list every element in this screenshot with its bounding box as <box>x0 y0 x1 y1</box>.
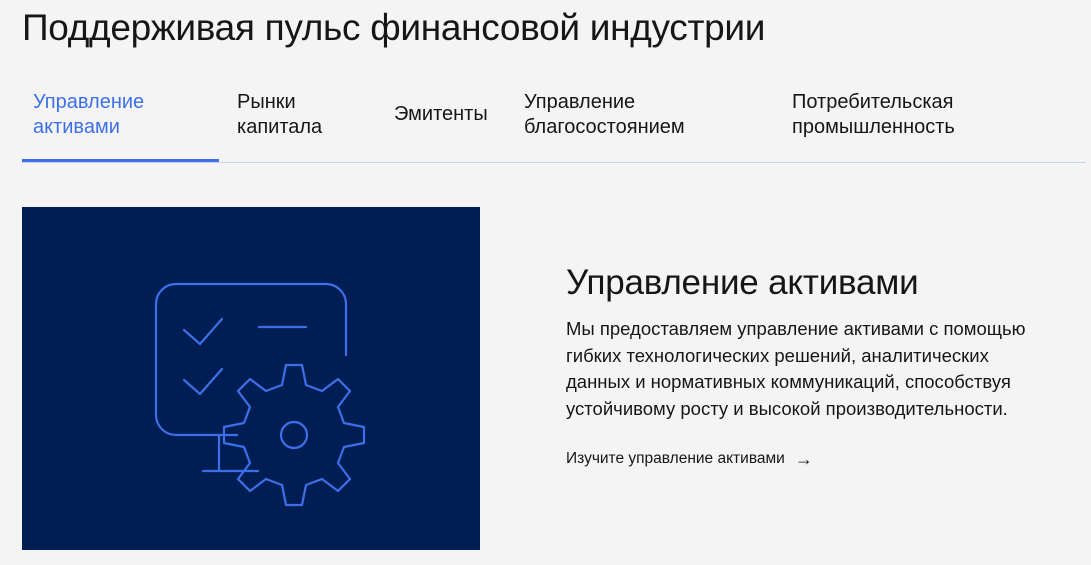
page-title: Поддерживая пульс финансовой индустрии <box>22 7 766 48</box>
section-title: Управление активами <box>566 263 919 302</box>
tab-label: Управление активами <box>33 90 144 140</box>
tab-label-line: Эмитенты <box>394 103 488 125</box>
tab-label: Управление благосостоянием <box>524 90 685 140</box>
tab-label-line: промышленность <box>792 116 955 138</box>
tab-label-line: активами <box>33 116 120 138</box>
tab-label-line: Рынки <box>237 91 296 113</box>
tab-issuers[interactable]: Эмитенты <box>394 102 519 174</box>
tab-label: Эмитенты <box>394 102 488 127</box>
tab-label-line: Управление <box>33 91 145 113</box>
hero-image-panel <box>22 207 480 550</box>
tab-consumer-industry[interactable]: Потребительская промышленность <box>792 90 1052 162</box>
monitor-checklist-gear-icon <box>154 282 366 507</box>
section-description: Мы предоставляем управление активами с п… <box>566 318 1026 419</box>
arrow-right-icon: → <box>794 449 813 469</box>
tab-label: Рынки капитала <box>237 90 322 140</box>
tab-capital-markets[interactable]: Рынки капитала <box>237 90 387 162</box>
tab-label-line: Управление <box>524 91 636 113</box>
explore-asset-management-link[interactable]: Изучите управление активами → <box>566 450 813 468</box>
tab-label-line: Потребительская <box>792 91 954 113</box>
tab-asset-management[interactable]: Управление активами <box>22 90 219 162</box>
tab-bar: Управление активами Рынки капитала Эмите… <box>22 86 1086 163</box>
tab-label: Потребительская промышленность <box>792 90 955 140</box>
tab-wealth-management[interactable]: Управление благосостоянием <box>524 90 774 162</box>
page: Поддерживая пульс финансовой индустрии У… <box>0 0 1091 565</box>
link-label: Изучите управление активами <box>566 450 785 467</box>
tab-label-line: благосостоянием <box>524 116 685 138</box>
content-section: Управление активами Мы предоставляем упр… <box>566 262 1046 468</box>
tab-label-line: капитала <box>237 116 323 138</box>
